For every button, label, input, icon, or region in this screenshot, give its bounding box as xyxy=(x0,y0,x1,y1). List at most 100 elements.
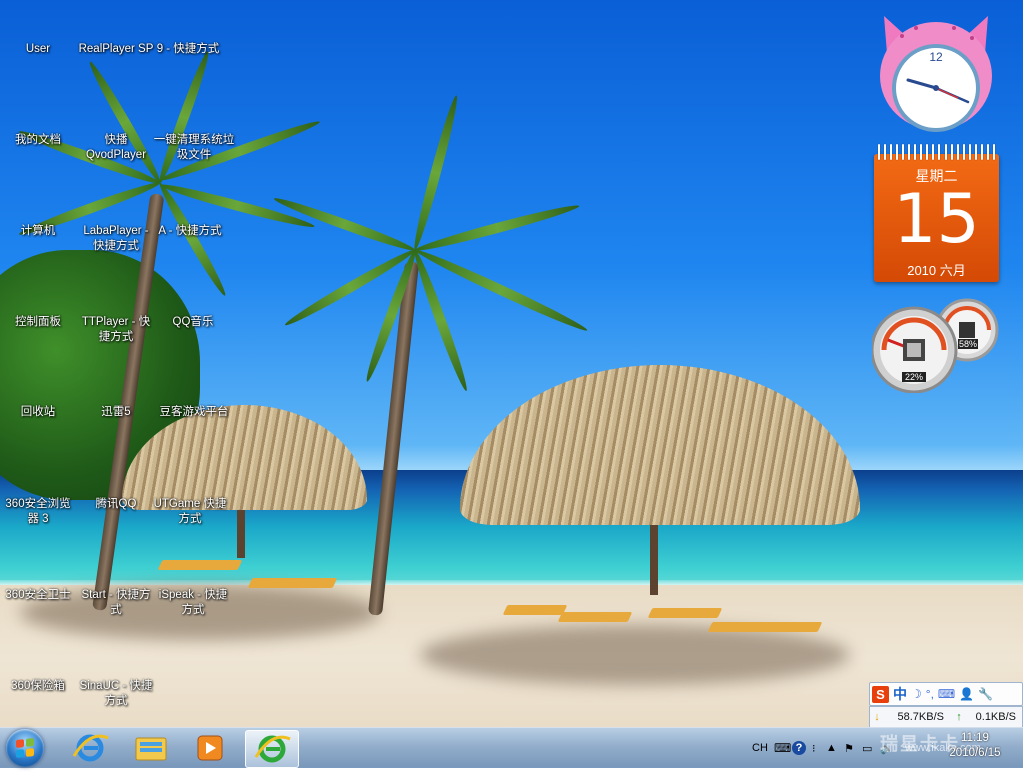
desktop-icon-sinauc[interactable]: SinaUC - 快捷方式 xyxy=(78,679,154,709)
icon-label: 我的文档 xyxy=(15,134,61,146)
desktop-icon-qvodplayer[interactable]: 快播 QvodPlayer xyxy=(78,133,154,163)
clock-gadget[interactable]: 12 xyxy=(876,6,996,134)
icon-label: iSpeak - 快捷方式 xyxy=(158,589,228,616)
memory-usage-label: 58% xyxy=(958,339,978,349)
palm-frond xyxy=(413,201,581,255)
calendar-gadget[interactable]: 星期二 15 2010 六月 xyxy=(874,144,999,282)
calendar-page: 星期二 15 2010 六月 xyxy=(874,154,999,282)
taskbar-media-player-button[interactable] xyxy=(184,730,236,766)
icon-label: Start - 快捷方式 xyxy=(81,589,151,616)
icon-label: UTGame 快捷方式 xyxy=(153,498,227,525)
download-arrow-icon: ↓ xyxy=(874,711,880,723)
taskbar: CH ⌨ ? ⁝ ▲ ⚑ ▭ 🔈 瑞星卡卡 www.ikaka.com 11:1… xyxy=(0,727,1023,768)
desktop-icon-documents[interactable]: 我的文档 xyxy=(0,133,76,148)
upload-speed: 0.1KB/S xyxy=(975,711,1016,723)
icon-label: 迅雷5 xyxy=(101,406,131,418)
calendar-month: 2010 六月 xyxy=(907,263,966,278)
desktop-icon-9-shortcut[interactable]: 9 - 快捷方式 xyxy=(150,42,226,57)
keyboard-icon[interactable]: ⌨ xyxy=(774,741,792,755)
desktop-icon-360-safeguard[interactable]: 360安全卫士 xyxy=(0,588,76,603)
icon-label: 9 - 快捷方式 xyxy=(156,43,220,55)
internet-explorer-green-icon xyxy=(254,735,291,763)
desktop-icon-recycle-bin[interactable]: 回收站 xyxy=(0,405,76,420)
icon-label: TTPlayer - 快捷方式 xyxy=(81,316,151,343)
half-width-moon-icon[interactable]: ☽ xyxy=(911,687,922,701)
desktop-icon-tencent-qq[interactable]: 腾讯QQ xyxy=(78,497,154,512)
desktop-icon-360-browser[interactable]: 360安全浏览器 3 xyxy=(0,497,76,527)
taskbar-ie-button[interactable] xyxy=(64,730,116,766)
taskbar-clock[interactable]: 11:19 2010/6/15 xyxy=(935,731,1015,761)
icon-label: 回收站 xyxy=(20,406,56,418)
icon-label: A - 快捷方式 xyxy=(158,225,222,237)
action-center-flag-icon[interactable]: ⚑ xyxy=(844,742,862,755)
desktop-icon-qq-music[interactable]: QQ音乐 xyxy=(155,315,231,330)
icon-label: QQ音乐 xyxy=(172,316,214,328)
ime-mode-toggle[interactable]: 中 xyxy=(893,684,907,704)
desktop-icon-user[interactable]: User xyxy=(0,42,76,57)
icon-label: 控制面板 xyxy=(15,316,61,328)
network-icon[interactable]: ▭ xyxy=(862,742,880,755)
icon-label: RealPlayer SP xyxy=(78,43,154,55)
desktop-icon-utgame[interactable]: UTGame 快捷方式 xyxy=(152,497,228,527)
sogou-logo-icon[interactable]: S xyxy=(872,685,889,703)
beach-umbrella xyxy=(460,365,860,525)
icon-label: 360安全卫士 xyxy=(5,589,71,601)
desktop-icon-labaplayer[interactable]: LabaPlayer - 快捷方式 xyxy=(78,224,154,254)
desktop-icon-computer[interactable]: 计算机 xyxy=(0,224,76,239)
beach-chair xyxy=(647,608,723,618)
cpu-usage-label: 22% xyxy=(902,372,926,382)
wallpaper-shadow xyxy=(420,625,850,685)
windows-logo-icon xyxy=(16,738,34,758)
cpu-meter-dials-icon xyxy=(870,298,999,394)
show-hidden-icons-icon[interactable]: ▲ xyxy=(826,742,844,754)
punctuation-icon[interactable]: °, xyxy=(926,687,934,701)
desktop-icon-control-panel[interactable]: 控制面板 xyxy=(0,315,76,330)
desktop-icon-xunlei[interactable]: 迅雷5 xyxy=(78,405,154,420)
media-player-icon xyxy=(197,735,223,761)
umbrella-pole xyxy=(650,515,658,595)
internet-explorer-icon xyxy=(72,734,109,762)
soft-keyboard-icon[interactable]: ⌨ xyxy=(938,687,955,701)
netspeed-meter[interactable]: ↓ 58.7KB/S ↑ 0.1KB/S xyxy=(869,706,1023,728)
taskbar-date: 2010/6/15 xyxy=(949,747,1001,759)
user-icon[interactable]: 👤 xyxy=(959,687,974,701)
beach-chair xyxy=(247,578,338,588)
language-indicator[interactable]: CH xyxy=(752,742,774,754)
icon-label: 计算机 xyxy=(20,225,56,237)
ime-options-icon[interactable]: ⁝ xyxy=(812,742,826,755)
system-tray: CH ⌨ ? ⁝ ▲ ⚑ ▭ 🔈 xyxy=(752,728,898,768)
desktop-icon-ispeak[interactable]: iSpeak - 快捷方式 xyxy=(155,588,231,618)
palm-frond xyxy=(410,94,462,252)
icon-label: 360安全浏览器 3 xyxy=(5,498,71,525)
cpu-meter-gadget[interactable]: 58% 22% xyxy=(870,298,1000,394)
ime-toolbar[interactable]: S 中 ☽ °, ⌨ 👤 🔧 xyxy=(869,682,1023,706)
folder-icon xyxy=(135,737,167,761)
wrench-icon[interactable]: 🔧 xyxy=(978,687,993,701)
icon-label: 360保险箱 xyxy=(11,680,65,692)
desktop-icon-douke-games[interactable]: 豆客游戏平台 xyxy=(153,405,235,420)
icon-label: 腾讯QQ xyxy=(95,498,137,510)
icon-label: LabaPlayer - 快捷方式 xyxy=(83,225,149,252)
desktop-icon-system-cleaner[interactable]: 一键清理系统垃圾文件 xyxy=(150,133,238,163)
icon-label: 一键清理系统垃圾文件 xyxy=(153,134,235,161)
beach-chair xyxy=(157,560,243,570)
clock-numeral: 12 xyxy=(929,50,943,64)
taskbar-ie-active-button[interactable] xyxy=(245,730,299,768)
taskbar-explorer-button[interactable] xyxy=(124,730,176,766)
pink-cat-clock-icon xyxy=(880,16,992,132)
calendar-rings xyxy=(878,144,995,162)
start-button[interactable] xyxy=(6,729,44,767)
icon-label: SinaUC - 快捷方式 xyxy=(79,680,153,707)
upload-arrow-icon: ↑ xyxy=(956,711,962,723)
desktop-icon-start-shortcut[interactable]: Start - 快捷方式 xyxy=(78,588,154,618)
icon-label: User xyxy=(25,43,51,55)
desktop-icon-ttplayer[interactable]: TTPlayer - 快捷方式 xyxy=(78,315,154,345)
desktop-icon-a-shortcut[interactable]: A - 快捷方式 xyxy=(152,224,228,239)
icon-label: 豆客游戏平台 xyxy=(159,406,229,418)
download-speed: 58.7KB/S xyxy=(897,711,944,723)
calendar-day: 15 xyxy=(893,180,980,259)
icon-label: 快播 QvodPlayer xyxy=(85,134,147,161)
desktop-icon-realplayer[interactable]: RealPlayer SP xyxy=(78,42,154,57)
desktop-icon-360-safe-box[interactable]: 360保险箱 xyxy=(0,679,76,694)
help-icon[interactable]: ? xyxy=(792,741,806,755)
